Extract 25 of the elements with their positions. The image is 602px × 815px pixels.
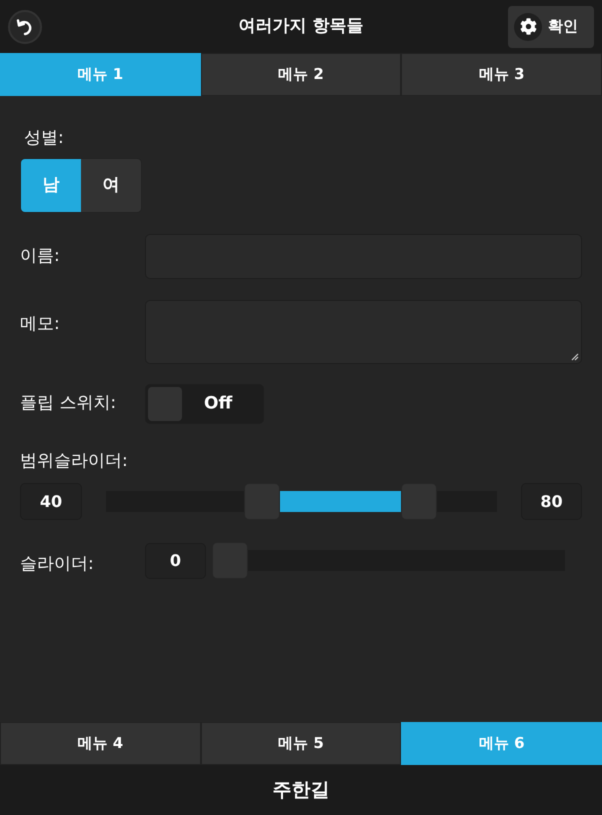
slider-handle[interactable] bbox=[244, 483, 280, 520]
switch-state-text: Off bbox=[204, 392, 232, 416]
field-label: 플립 스위치: bbox=[20, 392, 118, 416]
undo-arrow-icon bbox=[16, 18, 34, 36]
back-button[interactable] bbox=[8, 10, 42, 44]
flip-switch[interactable]: Off bbox=[145, 384, 264, 424]
slider-handle[interactable] bbox=[400, 483, 437, 520]
value-box[interactable]: 40 bbox=[20, 483, 82, 520]
field-label: 성별: bbox=[24, 128, 64, 148]
settings-icon bbox=[514, 12, 542, 40]
window-title: 여러가지 항목들 bbox=[238, 14, 364, 38]
field-label: 범위슬라이더: bbox=[20, 450, 128, 473]
menu-tab[interactable]: 메뉴 2 bbox=[200, 53, 402, 96]
menu-tab[interactable]: 메뉴 5 bbox=[200, 722, 402, 765]
value-box[interactable]: 80 bbox=[521, 483, 582, 520]
footer-title: 주한길 bbox=[272, 778, 330, 803]
confirm-button[interactable]: 확인 bbox=[508, 6, 594, 48]
value-box[interactable]: 0 bbox=[145, 542, 206, 578]
resize-grip-icon bbox=[571, 353, 579, 361]
field-label: 메모: bbox=[20, 313, 61, 336]
memo-textarea[interactable] bbox=[145, 300, 582, 364]
menu-tab[interactable]: 메뉴 4 bbox=[0, 722, 201, 765]
field-label: 이름: bbox=[20, 244, 61, 268]
field-label: 슬라이더: bbox=[20, 552, 95, 576]
menu-tab[interactable]: 메뉴 3 bbox=[401, 53, 602, 96]
